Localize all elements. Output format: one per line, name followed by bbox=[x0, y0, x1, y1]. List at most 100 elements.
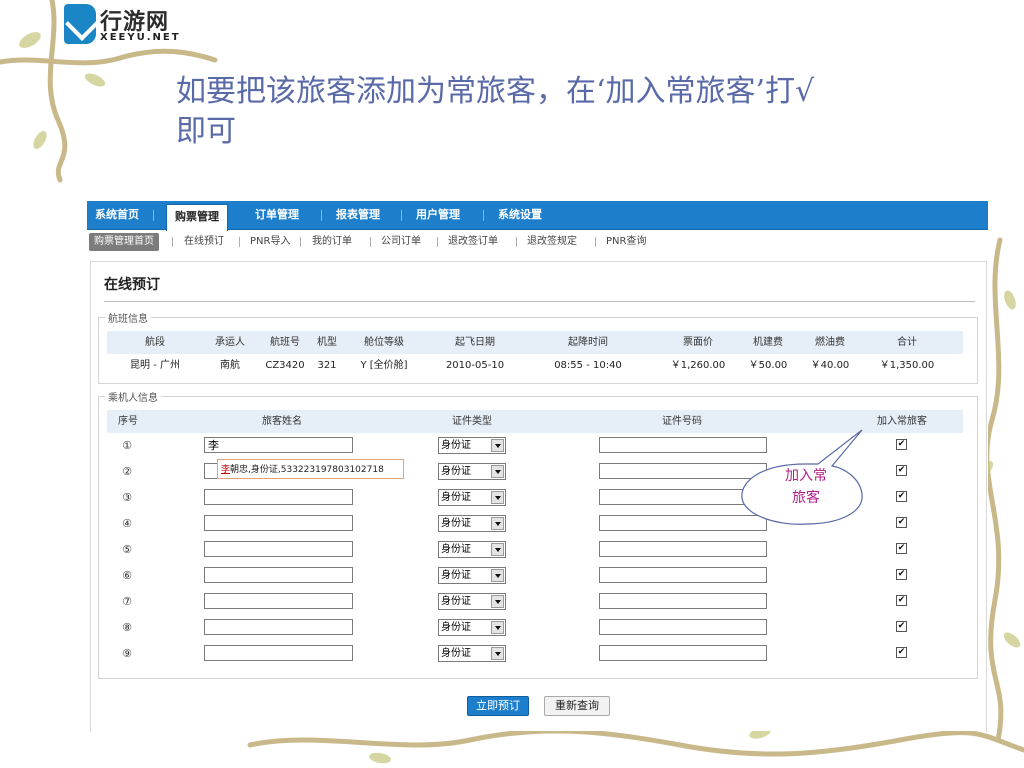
subnav-separator bbox=[300, 237, 301, 247]
row-seq: ② bbox=[122, 465, 132, 478]
passenger-name-input[interactable] bbox=[204, 515, 353, 531]
subnav-item-change-rules[interactable]: 退改签规定 bbox=[527, 233, 577, 251]
row-seq: ⑨ bbox=[122, 647, 132, 660]
id-type-value: 身份证 bbox=[441, 648, 471, 659]
id-type-select[interactable]: 身份证 bbox=[438, 567, 506, 584]
subnav-item-pnr-import[interactable]: PNR导入 bbox=[250, 233, 290, 251]
subnav-separator bbox=[172, 237, 173, 247]
row-seq: ④ bbox=[122, 517, 132, 530]
id-type-value: 身份证 bbox=[441, 544, 471, 555]
id-type-value: 身份证 bbox=[441, 570, 471, 581]
subnav-item-pnr-query[interactable]: PNR查询 bbox=[606, 233, 646, 251]
dropdown-arrow-icon[interactable] bbox=[491, 439, 504, 452]
suggestion-detail: 朝忠,身份证,533223197803102718 bbox=[230, 465, 384, 475]
name-autocomplete-suggestion[interactable]: 李朝忠,身份证,533223197803102718 bbox=[217, 459, 404, 479]
cell-segment: 昆明 - 广州 bbox=[130, 360, 180, 371]
dropdown-arrow-icon[interactable] bbox=[491, 595, 504, 608]
passenger-name-input[interactable] bbox=[204, 645, 353, 661]
flight-info-legend: 航班信息 bbox=[108, 314, 148, 325]
subnav-item-company-orders[interactable]: 公司订单 bbox=[381, 233, 421, 251]
id-type-value: 身份证 bbox=[441, 518, 471, 529]
frequent-flyer-checkbox[interactable]: ✔ bbox=[896, 491, 907, 502]
frequent-flyer-checkbox[interactable]: ✔ bbox=[896, 621, 907, 632]
id-type-select[interactable]: 身份证 bbox=[438, 489, 506, 506]
frequent-flyer-checkbox[interactable]: ✔ bbox=[896, 465, 907, 476]
cell-times: 08:55 - 10:40 bbox=[554, 360, 622, 371]
callout-line-1: 加入常 bbox=[785, 468, 827, 484]
flight-table-header: 航段 承运人 航班号 机型 舱位等级 起飞日期 起降时间 票面价 机建费 燃油费… bbox=[107, 331, 963, 354]
id-type-select[interactable]: 身份证 bbox=[438, 541, 506, 558]
passenger-row: ⑥ 身份证 ✔ bbox=[107, 564, 963, 590]
id-type-select[interactable]: 身份证 bbox=[438, 645, 506, 662]
suggestion-match: 李 bbox=[221, 465, 231, 475]
frequent-flyer-checkbox[interactable]: ✔ bbox=[896, 595, 907, 606]
nav-item-users[interactable]: 用户管理 bbox=[416, 201, 460, 229]
frequent-flyer-checkbox[interactable]: ✔ bbox=[896, 517, 907, 528]
passenger-name-input[interactable] bbox=[204, 593, 353, 609]
row-seq: ⑥ bbox=[122, 569, 132, 582]
nav-item-ticketing[interactable]: 购票管理 bbox=[166, 204, 228, 231]
id-number-input[interactable] bbox=[599, 567, 767, 583]
nav-item-orders[interactable]: 订单管理 bbox=[255, 201, 299, 229]
cell-flight-no: CZ3420 bbox=[265, 360, 305, 371]
nav-separator bbox=[153, 210, 154, 221]
divider bbox=[104, 301, 975, 302]
cell-airport-tax: ￥50.00 bbox=[748, 360, 788, 371]
id-number-input[interactable] bbox=[599, 541, 767, 557]
passenger-name-input[interactable] bbox=[204, 489, 353, 505]
slide-title: 如要把该旅客添加为常旅客，在‘加入常旅客’打√即可 bbox=[176, 74, 815, 149]
dropdown-arrow-icon[interactable] bbox=[491, 621, 504, 634]
col-airport-tax: 机建费 bbox=[753, 337, 783, 348]
subnav-item-ticketing-home[interactable]: 购票管理首页 bbox=[89, 233, 159, 251]
col-cabin: 舱位等级 bbox=[364, 337, 404, 348]
col-times: 起降时间 bbox=[568, 337, 608, 348]
passenger-name-input[interactable] bbox=[204, 567, 353, 583]
id-number-input[interactable] bbox=[599, 515, 767, 531]
book-now-button[interactable]: 立即预订 bbox=[467, 696, 529, 716]
dropdown-arrow-icon[interactable] bbox=[491, 491, 504, 504]
dropdown-arrow-icon[interactable] bbox=[491, 543, 504, 556]
dropdown-arrow-icon[interactable] bbox=[491, 569, 504, 582]
subnav-separator bbox=[239, 237, 240, 247]
dropdown-arrow-icon[interactable] bbox=[491, 517, 504, 530]
frequent-flyer-checkbox[interactable]: ✔ bbox=[896, 569, 907, 580]
passenger-name-input[interactable]: 李 bbox=[204, 437, 353, 453]
id-type-select[interactable]: 身份证 bbox=[438, 437, 506, 454]
id-type-select[interactable]: 身份证 bbox=[438, 463, 506, 480]
id-type-select[interactable]: 身份证 bbox=[438, 593, 506, 610]
requery-button[interactable]: 重新查询 bbox=[544, 696, 610, 716]
cell-carrier: 南航 bbox=[220, 360, 240, 371]
id-type-select[interactable]: 身份证 bbox=[438, 515, 506, 532]
nav-separator bbox=[401, 210, 402, 221]
frequent-flyer-checkbox[interactable]: ✔ bbox=[896, 439, 907, 450]
col-id-number: 证件号码 bbox=[662, 416, 702, 427]
subnav-separator bbox=[516, 237, 517, 247]
passenger-row: ⑨ 身份证 ✔ bbox=[107, 642, 963, 668]
id-number-input[interactable] bbox=[599, 593, 767, 609]
nav-item-reports[interactable]: 报表管理 bbox=[336, 201, 380, 229]
nav-item-home[interactable]: 系统首页 bbox=[95, 201, 139, 229]
id-number-input[interactable] bbox=[599, 645, 767, 661]
subnav-item-online-booking[interactable]: 在线预订 bbox=[184, 233, 224, 251]
subnav-item-change-orders[interactable]: 退改签订单 bbox=[448, 233, 498, 251]
nav-item-settings[interactable]: 系统设置 bbox=[498, 201, 542, 229]
passenger-row: ⑦ 身份证 ✔ bbox=[107, 590, 963, 616]
frequent-flyer-checkbox[interactable]: ✔ bbox=[896, 647, 907, 658]
subnav-separator bbox=[437, 237, 438, 247]
subnav-item-my-orders[interactable]: 我的订单 bbox=[312, 233, 352, 251]
nav-separator bbox=[321, 210, 322, 221]
col-seq: 序号 bbox=[118, 416, 138, 427]
id-type-value: 身份证 bbox=[441, 440, 471, 451]
dropdown-arrow-icon[interactable] bbox=[491, 647, 504, 660]
col-segment: 航段 bbox=[145, 337, 165, 348]
id-number-input[interactable] bbox=[599, 619, 767, 635]
frequent-flyer-checkbox[interactable]: ✔ bbox=[896, 543, 907, 554]
passenger-name-input[interactable] bbox=[204, 619, 353, 635]
col-id-type: 证件类型 bbox=[452, 416, 492, 427]
panel-title: 在线预订 bbox=[104, 277, 160, 293]
passenger-name-input[interactable] bbox=[204, 541, 353, 557]
id-type-select[interactable]: 身份证 bbox=[438, 619, 506, 636]
cell-cabin: Y [全价舱] bbox=[360, 360, 408, 371]
dropdown-arrow-icon[interactable] bbox=[491, 465, 504, 478]
cell-fare: ￥1,260.00 bbox=[670, 360, 726, 371]
